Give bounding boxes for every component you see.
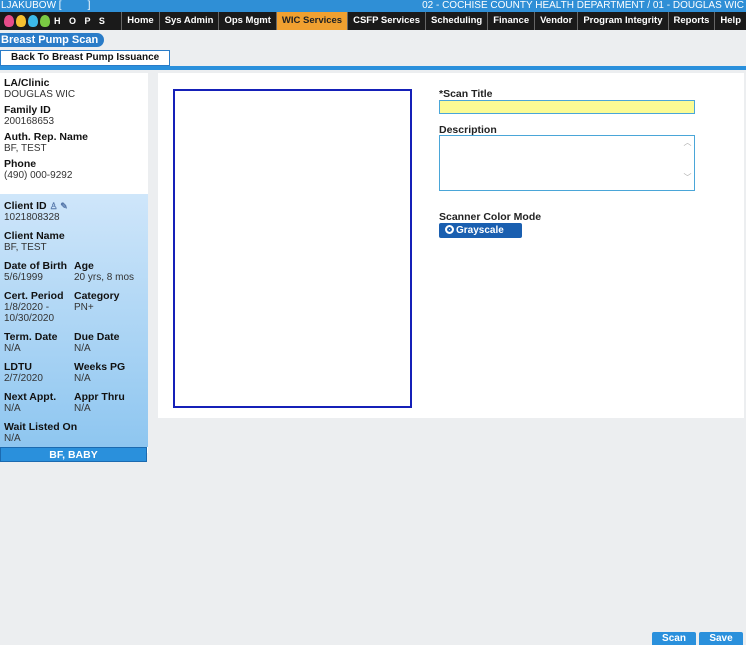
scan-preview-area xyxy=(173,89,412,408)
page-title-bar: Breast Pump Scan xyxy=(0,33,746,47)
edit-pencil-icon[interactable]: ✎ xyxy=(60,201,68,211)
weeks-pg-value: N/A xyxy=(74,373,91,384)
auth-rep-value: BF, TEST xyxy=(4,143,47,154)
appr-thru-value: N/A xyxy=(74,403,91,414)
menu-csfp-services[interactable]: CSFP Services xyxy=(347,12,425,30)
dob-label: Date of Birth xyxy=(4,260,67,272)
menu-scheduling[interactable]: Scheduling xyxy=(425,12,487,30)
logo-hand-icon xyxy=(4,15,14,27)
ldtu-label: LDTU xyxy=(4,361,32,373)
radio-selected-icon xyxy=(445,225,454,234)
term-date-label: Term. Date xyxy=(4,331,58,343)
hops-logo: H O P S xyxy=(4,13,108,29)
save-button[interactable]: Save xyxy=(699,632,743,645)
logo-hand-icon xyxy=(40,15,50,27)
main-navigation: H O P S Home Sys Admin Ops Mgmt WIC Serv… xyxy=(0,12,746,30)
logo-hand-icon xyxy=(28,15,38,27)
client-info-panel: Client ID ♙ ✎ 1021808328 Client Name BF, … xyxy=(0,194,148,447)
weeks-pg-label: Weeks PG xyxy=(74,361,126,373)
age-value: 20 yrs, 8 mos xyxy=(74,272,135,283)
scan-title-label: *Scan Title xyxy=(439,88,493,100)
ldtu-value: 2/7/2020 xyxy=(4,373,43,384)
category-value: PN+ xyxy=(74,302,94,313)
appr-thru-label: Appr Thru xyxy=(74,391,125,403)
grayscale-radio-button[interactable]: Grayscale xyxy=(439,223,522,238)
logo-hand-icon xyxy=(16,15,26,27)
client-sidebar: LA/Clinic DOUGLAS WIC Family ID 200168653 … xyxy=(0,73,148,453)
scan-button[interactable]: Scan xyxy=(652,632,696,645)
auth-rep-label: Auth. Rep. Name xyxy=(4,131,89,143)
back-to-issuance-button[interactable]: Back To Breast Pump Issuance xyxy=(0,50,171,66)
family-info: LA/Clinic DOUGLAS WIC Family ID 200168653 … xyxy=(0,77,148,181)
dob-value: 5/6/1999 xyxy=(4,272,43,283)
top-status-bar: LJAKUBOW [] 02 - COCHISE COUNTY HEALTH D… xyxy=(0,0,746,12)
page-title: Breast Pump Scan xyxy=(0,33,105,47)
family-id-label: Family ID xyxy=(4,104,51,116)
client-name-value: BF, TEST xyxy=(4,242,47,253)
logo-text: H O P S xyxy=(54,16,108,26)
next-appt-label: Next Appt. xyxy=(4,391,57,403)
scanner-color-mode-label: Scanner Color Mode xyxy=(439,211,542,223)
action-buttons: Scan Save xyxy=(652,632,743,645)
family-id-value: 200168653 xyxy=(4,116,55,127)
grayscale-label: Grayscale xyxy=(456,225,504,236)
scroll-down-icon[interactable]: ﹀ xyxy=(682,173,693,183)
menu-program-integrity[interactable]: Program Integrity xyxy=(577,12,667,30)
scan-title-input[interactable] xyxy=(439,100,695,114)
menu-bar: Home Sys Admin Ops Mgmt WIC Services CSF… xyxy=(121,12,746,30)
wait-listed-value: N/A xyxy=(4,433,21,444)
menu-reports[interactable]: Reports xyxy=(667,12,715,30)
clinic-value: DOUGLAS WIC xyxy=(4,89,76,100)
category-label: Category xyxy=(74,290,120,302)
due-date-value: N/A xyxy=(74,343,91,354)
term-date-value: N/A xyxy=(4,343,21,354)
textarea-scrollbar[interactable]: ︿ ﹀ xyxy=(682,138,693,188)
next-appt-value: N/A xyxy=(4,403,21,414)
client-id-label: Client ID xyxy=(4,200,47,212)
scan-form-panel: *Scan Title Description ︿ ﹀ Scanner Color… xyxy=(158,73,744,418)
client-name-label: Client Name xyxy=(4,230,65,242)
phone-label: Phone xyxy=(4,158,37,170)
menu-ops-mgmt[interactable]: Ops Mgmt xyxy=(218,12,275,30)
due-date-label: Due Date xyxy=(74,331,120,343)
phone-value: (490) 000-9292 xyxy=(4,170,73,181)
menu-sys-admin[interactable]: Sys Admin xyxy=(158,12,219,30)
scroll-up-icon[interactable]: ︿ xyxy=(682,138,693,148)
cert-period-start: 1/8/2020 - xyxy=(4,302,50,313)
department-label: 02 - COCHISE COUNTY HEALTH DEPARTMENT / … xyxy=(422,0,744,11)
username: LJAKUBOW [] xyxy=(1,0,91,11)
description-textarea[interactable]: ︿ ﹀ xyxy=(439,135,695,191)
menu-wic-services[interactable]: WIC Services xyxy=(275,12,348,30)
wait-listed-label: Wait Listed On xyxy=(4,421,78,433)
menu-vendor[interactable]: Vendor xyxy=(534,12,577,30)
baby-client-tab[interactable]: BF, BABY xyxy=(0,447,147,462)
divider xyxy=(0,66,746,70)
menu-home[interactable]: Home xyxy=(121,12,158,30)
cert-period-label: Cert. Period xyxy=(4,290,64,302)
age-label: Age xyxy=(74,260,94,272)
cert-period-end: 10/30/2020 xyxy=(4,313,55,324)
client-id-value: 1021808328 xyxy=(4,212,60,223)
menu-help[interactable]: Help xyxy=(714,12,746,30)
clinic-label: LA/Clinic xyxy=(4,77,50,89)
person-icon[interactable]: ♙ xyxy=(50,201,58,211)
menu-finance[interactable]: Finance xyxy=(487,12,534,30)
